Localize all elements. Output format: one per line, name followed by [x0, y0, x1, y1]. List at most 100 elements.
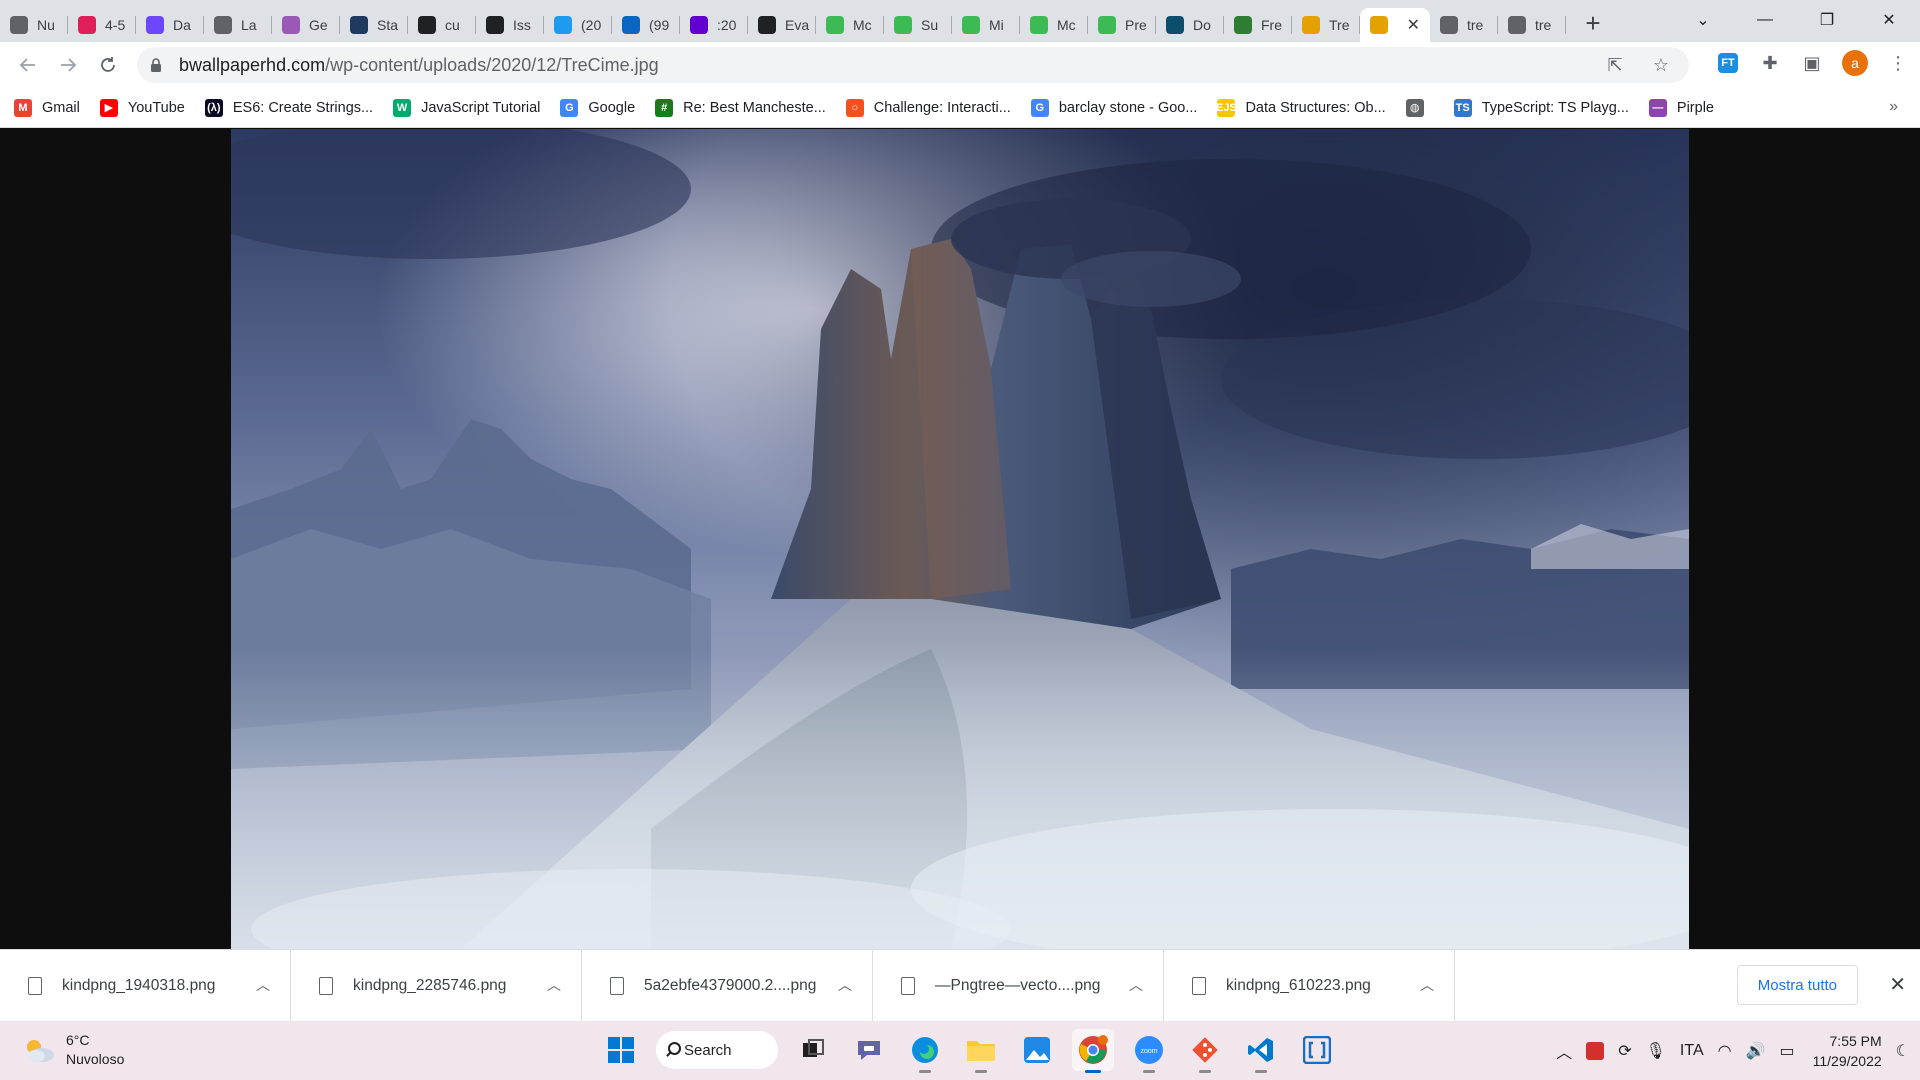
leaf-icon — [1234, 16, 1252, 34]
bookmark-item[interactable]: EJS Data Structures: Ob... — [1216, 98, 1386, 117]
globe-icon — [1508, 16, 1526, 34]
tab[interactable]: 4-5 — [68, 8, 136, 42]
search-label: Search — [684, 1041, 732, 1059]
download-item[interactable]: kindpng_1940318.png ︿ — [0, 949, 291, 1022]
edge-icon[interactable] — [904, 1029, 946, 1073]
tab[interactable]: Sta — [340, 8, 408, 42]
show-hidden-icons-chevron-icon[interactable]: ︿ — [1556, 1039, 1572, 1063]
wifi-icon[interactable]: ◠ — [1718, 1041, 1732, 1061]
restore-button[interactable]: ❐ — [1796, 0, 1858, 40]
tab[interactable]: Da — [136, 8, 204, 42]
tab-title: Iss — [513, 17, 531, 33]
reload-button[interactable] — [88, 45, 128, 85]
vscode-icon[interactable] — [1240, 1029, 1282, 1073]
side-panel-icon[interactable]: ▣ — [1800, 51, 1824, 75]
chevron-up-icon[interactable]: ︿ — [1420, 975, 1434, 995]
tab[interactable]: (20 — [544, 8, 612, 42]
extensions-puzzle-icon[interactable]: ✚ — [1758, 51, 1782, 75]
task-view-icon[interactable] — [792, 1029, 834, 1071]
tab[interactable]: Eva — [748, 8, 816, 42]
bookmark-item[interactable]: # Re: Best Mancheste... — [655, 98, 826, 117]
tab[interactable]: Nu — [0, 8, 68, 42]
chevron-up-icon[interactable]: ︿ — [256, 975, 270, 995]
extension-ft-icon[interactable]: FT — [1716, 51, 1740, 75]
tab[interactable]: La — [204, 8, 272, 42]
tab[interactable]: Fre — [1224, 8, 1292, 42]
volume-icon[interactable]: 🔊 — [1746, 1041, 1766, 1061]
bookmark-star-icon[interactable]: ☆ — [1649, 53, 1673, 77]
new-tab-button[interactable]: + — [1574, 4, 1612, 42]
acrobat-tray-icon[interactable] — [1586, 1041, 1605, 1060]
download-item[interactable]: kindpng_610223.png ︿ — [1164, 949, 1455, 1022]
tab[interactable]: tre — [1498, 8, 1566, 42]
input-language[interactable]: ITA — [1680, 1042, 1704, 1060]
chevron-up-icon[interactable]: ︿ — [838, 975, 852, 995]
tab[interactable]: Tre — [1292, 8, 1360, 42]
active-indicator — [1085, 1070, 1101, 1073]
file-explorer-icon[interactable] — [960, 1029, 1002, 1073]
tab[interactable]: Mc — [1020, 8, 1088, 42]
bookmark-item[interactable]: Gbarclay stone - Goo... — [1030, 98, 1197, 117]
address-bar[interactable]: bwallpaperhd.com/wp-content/uploads/2020… — [137, 47, 1689, 83]
tab-title: Fre — [1261, 17, 1282, 33]
photos-icon[interactable] — [1016, 1029, 1058, 1071]
start-icon[interactable] — [600, 1029, 642, 1071]
lock-icon[interactable] — [149, 58, 163, 72]
chrome-icon[interactable] — [1072, 1029, 1114, 1073]
bookmarks-bar: M Gmail ▶ YouTube (λ) ES6: Create Strings... W… — [0, 88, 1920, 128]
tab-search-chevron-icon[interactable]: ⌄ — [1672, 0, 1734, 40]
bookmarks-overflow-button[interactable]: » — [1889, 98, 1898, 116]
microphone-icon[interactable]: 🎙 — [1646, 1041, 1666, 1061]
tab[interactable]: Do — [1156, 8, 1224, 42]
chevron-up-icon[interactable]: ︿ — [1129, 975, 1143, 995]
tab[interactable]: Ge — [272, 8, 340, 42]
git-icon[interactable] — [1184, 1029, 1226, 1073]
tab[interactable]: Iss — [476, 8, 544, 42]
download-item[interactable]: 5a2ebfe4379000.2....png ︿ — [582, 949, 873, 1022]
clock[interactable]: 7:55 PM 11/29/2022 — [1813, 1031, 1882, 1071]
taskbar-search-box[interactable]: Search — [656, 1031, 778, 1069]
minimize-button[interactable]: — — [1734, 0, 1796, 40]
tab[interactable]: Mi — [952, 8, 1020, 42]
share-icon[interactable]: ⇱ — [1603, 53, 1627, 77]
forum-icon: # — [655, 98, 674, 117]
tab[interactable]: tre — [1430, 8, 1498, 42]
zoom-icon[interactable]: zoom — [1128, 1029, 1170, 1073]
tab-active[interactable]: ✕ — [1360, 8, 1430, 42]
brackets-icon[interactable] — [1296, 1029, 1338, 1071]
forward-button[interactable] — [48, 45, 88, 85]
bookmark-item[interactable]: — Pirple — [1648, 98, 1714, 117]
tab[interactable]: cu — [408, 8, 476, 42]
teams-chat-icon[interactable] — [848, 1029, 890, 1071]
sync-tray-icon[interactable]: ⟳ — [1618, 1041, 1631, 1061]
tab[interactable]: (99 — [612, 8, 680, 42]
close-shelf-icon[interactable]: ✕ — [1889, 972, 1906, 997]
bookmark-item[interactable]: (λ) ES6: Create Strings... — [204, 98, 373, 117]
close-window-button[interactable]: ✕ — [1858, 0, 1920, 40]
weather-widget[interactable]: 6°C Nuvoloso — [22, 1031, 124, 1069]
bookmark-item[interactable]: G Google — [560, 98, 635, 117]
bookmark-item[interactable]: M Gmail — [14, 98, 80, 117]
tab[interactable]: Su — [884, 8, 952, 42]
bookmark-item[interactable]: W JavaScript Tutorial — [393, 98, 540, 117]
bookmark-item[interactable]: ▶ YouTube — [99, 98, 185, 117]
download-item[interactable]: —Pngtree—vecto....png ︿ — [873, 949, 1164, 1022]
tab[interactable]: Mc — [816, 8, 884, 42]
close-tab-icon[interactable]: ✕ — [1407, 15, 1420, 35]
bookmark-item[interactable]: TS TypeScript: TS Playg... — [1453, 98, 1629, 117]
bookmark-item[interactable]: ○ Challenge: Interacti... — [845, 98, 1011, 117]
tab[interactable]: Pre — [1088, 8, 1156, 42]
bookmark-item[interactable]: ◍ — [1405, 98, 1434, 117]
url-text[interactable]: bwallpaperhd.com/wp-content/uploads/2020… — [179, 55, 659, 76]
menu-kebab-icon[interactable]: ⋮ — [1886, 51, 1910, 75]
back-button[interactable] — [8, 45, 48, 85]
battery-icon[interactable]: ▭ — [1780, 1041, 1795, 1061]
download-item[interactable]: kindpng_2285746.png ︿ — [291, 949, 582, 1022]
show-all-downloads-button[interactable]: Mostra tutto — [1736, 965, 1858, 1005]
notification-moon-icon[interactable]: ☾ — [1896, 1041, 1910, 1061]
weather-condition: Nuvoloso — [66, 1051, 125, 1067]
tab[interactable]: :20 — [680, 8, 748, 42]
profile-avatar[interactable]: a — [1842, 50, 1868, 76]
bookmark-label: TypeScript: TS Playg... — [1481, 99, 1629, 116]
chevron-up-icon[interactable]: ︿ — [547, 975, 561, 995]
